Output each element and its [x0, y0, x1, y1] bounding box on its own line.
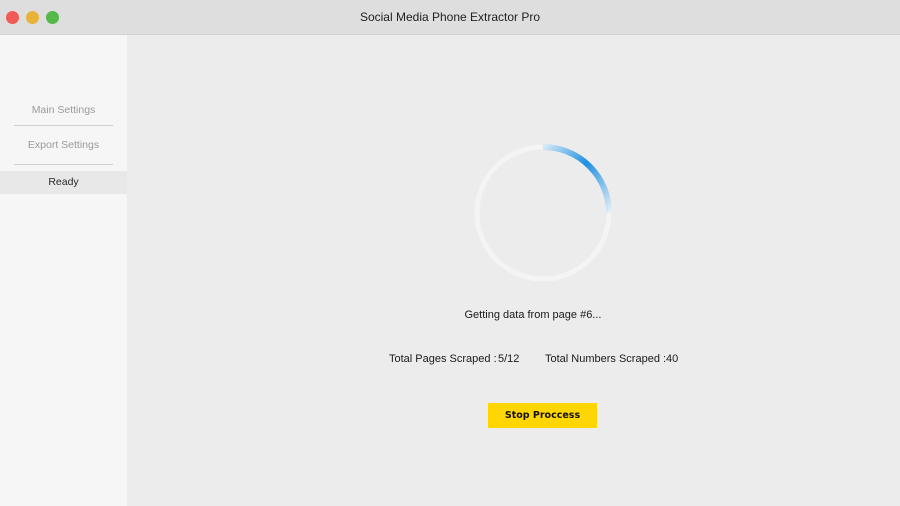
- status-text: Getting data from page #6...: [464, 309, 602, 321]
- stop-process-button[interactable]: Stop Proccess: [488, 403, 597, 428]
- pages-scraped-value: 5/12: [498, 353, 520, 365]
- sidebar-item-main-settings[interactable]: Main Settings: [0, 104, 127, 116]
- pages-scraped-label: Total Pages Scraped :: [389, 353, 497, 365]
- numbers-scraped-label: Total Numbers Scraped :: [545, 353, 667, 365]
- numbers-scraped-value: 40: [666, 353, 679, 365]
- sidebar: Main Settings Export Settings Ready: [0, 35, 127, 506]
- sidebar-divider: [14, 125, 113, 126]
- sidebar-item-export-settings[interactable]: Export Settings: [0, 139, 127, 151]
- sidebar-item-ready[interactable]: Ready: [0, 171, 127, 194]
- window-title: Social Media Phone Extractor Pro: [359, 10, 541, 24]
- loading-spinner-icon: [474, 144, 612, 282]
- sidebar-divider: [14, 164, 113, 165]
- title-bar: Social Media Phone Extractor Pro: [0, 0, 900, 35]
